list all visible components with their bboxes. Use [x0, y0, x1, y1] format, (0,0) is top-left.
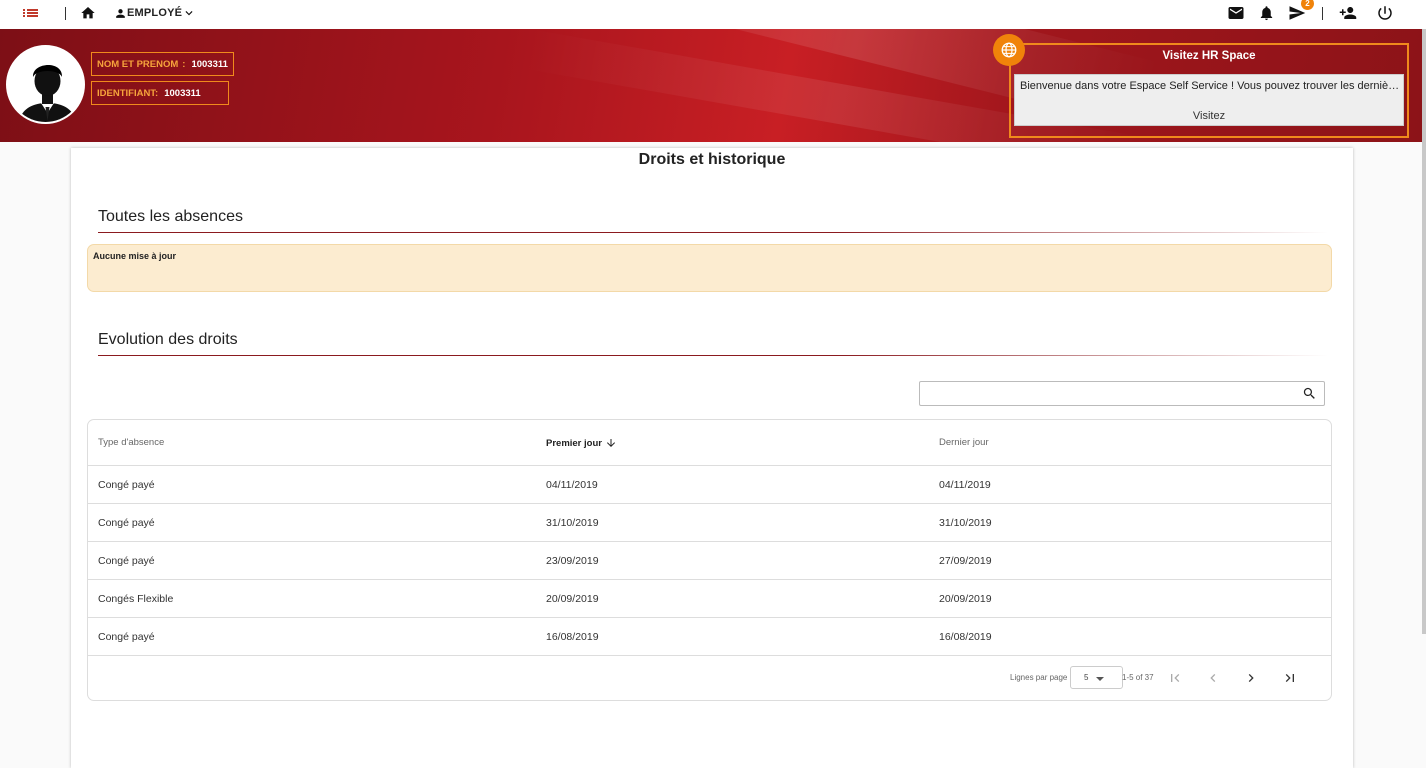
- divider: [1322, 6, 1323, 20]
- next-page-button[interactable]: [1241, 668, 1261, 688]
- section-title-absences: Toutes les absences: [98, 208, 243, 225]
- chevron-left-icon: [1210, 674, 1216, 682]
- no-update-notice: Aucune mise à jour: [87, 244, 1332, 292]
- section-title-rights: Evolution des droits: [98, 331, 238, 348]
- notice-text: Aucune mise à jour: [93, 251, 177, 261]
- arrow-down-icon: [606, 439, 615, 447]
- column-header-first-day[interactable]: Premier jour: [546, 437, 617, 449]
- column-header-last-day[interactable]: Dernier jour: [939, 437, 989, 448]
- table-row[interactable]: Congé payé 31/10/2019 31/10/2019: [88, 504, 1331, 542]
- chevron-down-icon: [185, 11, 193, 16]
- table-header: Type d'absence Premier jour Dernier jour: [88, 420, 1331, 466]
- id-label: IDENTIFIANT:: [97, 87, 159, 99]
- hr-space-panel: Visitez HR Space Bienvenue dans votre Es…: [1009, 43, 1409, 138]
- last-page-icon: [1285, 674, 1294, 682]
- add-user-icon[interactable]: [1337, 0, 1359, 26]
- divider: [65, 6, 66, 20]
- rows-per-page-value: 5: [1084, 673, 1089, 682]
- role-label: EMPLOYÉ: [127, 7, 183, 19]
- id-info-box: IDENTIFIANT: 1003311: [91, 81, 229, 105]
- home-icon[interactable]: [79, 0, 97, 26]
- previous-page-button[interactable]: [1203, 668, 1223, 688]
- caret-down-icon: [1096, 677, 1104, 681]
- profile-banner: NOM ET PRENOM : 1003311 IDENTIFIANT: 100…: [0, 29, 1426, 142]
- rows-per-page-select[interactable]: 5: [1070, 666, 1123, 689]
- name-label: NOM ET PRENOM: [97, 58, 179, 70]
- table-row[interactable]: Congé payé 23/09/2019 27/09/2019: [88, 542, 1331, 580]
- hr-space-message-box: Bienvenue dans votre Espace Self Service…: [1014, 74, 1404, 126]
- section-underline: [98, 232, 1328, 233]
- last-page-button[interactable]: [1280, 668, 1300, 688]
- first-page-button[interactable]: [1165, 668, 1185, 688]
- hr-space-visit-link[interactable]: Visitez: [1015, 110, 1403, 122]
- id-value: 1003311: [164, 87, 201, 99]
- search-box: [919, 381, 1325, 406]
- table-row[interactable]: Congé payé 16/08/2019 16/08/2019: [88, 618, 1331, 656]
- page-scrollbar[interactable]: [1422, 29, 1426, 634]
- column-header-type[interactable]: Type d'absence: [98, 437, 164, 448]
- main-card: Droits et historique Toutes les absences…: [71, 148, 1353, 768]
- name-info-box: NOM ET PRENOM : 1003311: [91, 52, 234, 76]
- hr-space-title: Visitez HR Space: [1162, 50, 1256, 62]
- avatar: [6, 45, 85, 124]
- send-icon[interactable]: 2: [1287, 0, 1314, 26]
- hr-space-message: Bienvenue dans votre Espace Self Service…: [1020, 80, 1400, 92]
- rows-per-page-label: Lignes par page: [1010, 673, 1068, 682]
- first-page-icon: [1171, 674, 1180, 682]
- table-row[interactable]: Congé payé 04/11/2019 04/11/2019: [88, 466, 1331, 504]
- globe-icon: [993, 34, 1025, 66]
- table-row[interactable]: Congés Flexible 20/09/2019 20/09/2019: [88, 580, 1331, 618]
- role-dropdown[interactable]: EMPLOYÉ: [114, 0, 196, 26]
- name-value: 1003311: [191, 58, 228, 70]
- menu-list-icon[interactable]: [22, 0, 40, 26]
- search-icon[interactable]: [1302, 386, 1317, 406]
- search-input[interactable]: [920, 382, 1290, 404]
- page-title: Droits et historique: [638, 151, 786, 168]
- notification-badge: 2: [1301, 0, 1314, 10]
- bell-icon[interactable]: [1258, 0, 1275, 26]
- top-bar: EMPLOYÉ 2: [0, 0, 1426, 29]
- power-icon[interactable]: [1376, 0, 1394, 26]
- person-icon: [116, 8, 125, 18]
- range-label: 1-5 of 37: [1122, 673, 1154, 682]
- mail-icon[interactable]: [1227, 0, 1245, 26]
- section-underline: [98, 355, 1328, 356]
- rights-table: Type d'absence Premier jour Dernier jour…: [87, 419, 1332, 701]
- table-pagination: Lignes par page 5 1-5 of 37: [88, 656, 1331, 700]
- chevron-right-icon: [1248, 674, 1254, 682]
